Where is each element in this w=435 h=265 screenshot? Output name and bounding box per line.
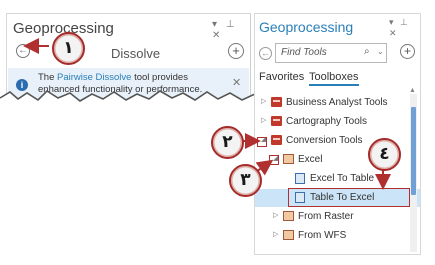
callout-2: ٢ <box>211 126 244 159</box>
callout-4: ٤ <box>368 138 401 171</box>
callout-1: ١ <box>52 32 85 65</box>
callout-3: ٣ <box>229 164 262 197</box>
